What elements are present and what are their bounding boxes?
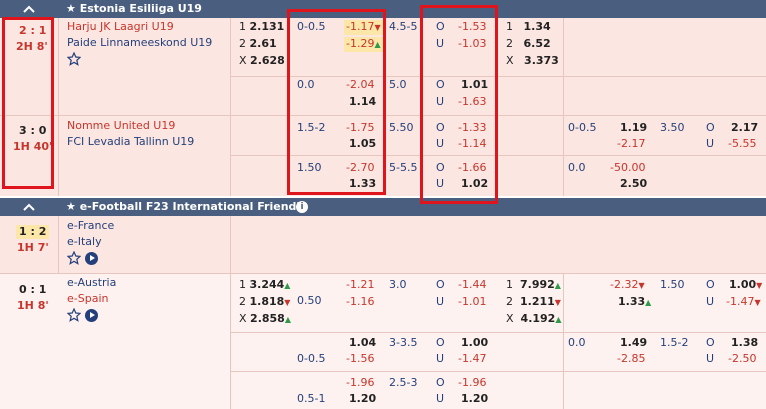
odds-cell[interactable]: -1.47 (458, 352, 486, 366)
odds-cell[interactable]: 1.19 (620, 121, 647, 135)
collapse-chevron-icon[interactable] (0, 198, 58, 216)
highlight-box-handicap (287, 9, 386, 195)
odds-cell[interactable]: 1.00 (461, 336, 488, 350)
info-icon[interactable]: i (296, 201, 308, 213)
match-time: 1H 8' (17, 299, 49, 312)
away-team[interactable]: e-Italy (67, 235, 102, 249)
odds-cell[interactable]: -2.85 (617, 352, 645, 366)
odds-cell[interactable]: -1.16 (346, 295, 374, 309)
odds-cell[interactable]: 1.20 (461, 392, 488, 406)
odds-cell[interactable]: 2.50 (620, 177, 647, 191)
odds-cell[interactable]: -1.56 (346, 352, 374, 366)
odds-cell[interactable]: 1.38 (731, 336, 758, 350)
odds-cell[interactable]: 1.49 (620, 336, 647, 350)
home-team[interactable]: e-France (67, 219, 114, 233)
odds-cell[interactable]: 1.00▼ (729, 278, 762, 293)
match-score: 0 : 1 (19, 283, 47, 296)
favorite-star-icon[interactable] (67, 251, 81, 265)
odds-cell[interactable]: -5.55 (728, 137, 756, 151)
odds-cell[interactable]: 1.33▲ (618, 295, 651, 310)
match-time: 1H 7' (17, 241, 49, 254)
odds-cell[interactable]: -1.01 (458, 295, 486, 309)
odds-cell[interactable]: -1.21 (346, 278, 374, 292)
away-team[interactable]: FCI Levadia Tallinn U19 (67, 135, 194, 149)
odds-cell[interactable]: -1.96 (346, 376, 374, 390)
highlight-box-over-under (420, 5, 498, 204)
match-score: 1 : 2 (16, 225, 50, 239)
league-title: ★ e-Football F23 International Friendly (66, 200, 308, 213)
home-team[interactable]: Nomme United U19 (67, 119, 175, 133)
favorite-star-icon[interactable] (67, 52, 81, 66)
favorite-star-icon[interactable] (67, 308, 81, 322)
league-header-efootball[interactable]: ★ e-Football F23 International Friendly … (0, 198, 766, 216)
play-video-icon[interactable] (85, 252, 98, 265)
play-video-icon[interactable] (85, 309, 98, 322)
odds-cell[interactable]: -1.44 (458, 278, 486, 292)
highlight-box-score (2, 17, 54, 189)
odds-cell[interactable]: 1.20 (349, 392, 376, 406)
odds-cell[interactable]: 2.17 (731, 121, 758, 135)
odds-cell[interactable]: -2.17 (617, 137, 645, 151)
odds-board: ★ Estonia Esiliiga U19 2 : 1 2H 8' Harju… (0, 0, 766, 409)
away-team[interactable]: Paide Linnameeskond U19 (67, 36, 212, 50)
odds-cell[interactable]: -2.32▼ (610, 278, 645, 293)
home-team[interactable]: e-Austria (67, 276, 116, 290)
match-row (0, 216, 766, 273)
odds-cell[interactable]: -1.96 (458, 376, 486, 390)
over-under-line: 4.5-5 (389, 20, 418, 33)
away-team[interactable]: e-Spain (67, 292, 108, 306)
odds-cell[interactable]: -1.47▼ (726, 295, 761, 310)
league-title: ★ Estonia Esiliiga U19 (66, 2, 202, 15)
odds-cell[interactable]: -2.50 (728, 352, 756, 366)
home-team[interactable]: Harju JK Laagri U19 (67, 20, 174, 34)
odds-cell[interactable]: -50.00 (610, 161, 645, 175)
odds-cell[interactable]: 1.04 (349, 336, 376, 350)
collapse-chevron-icon[interactable] (0, 0, 58, 18)
